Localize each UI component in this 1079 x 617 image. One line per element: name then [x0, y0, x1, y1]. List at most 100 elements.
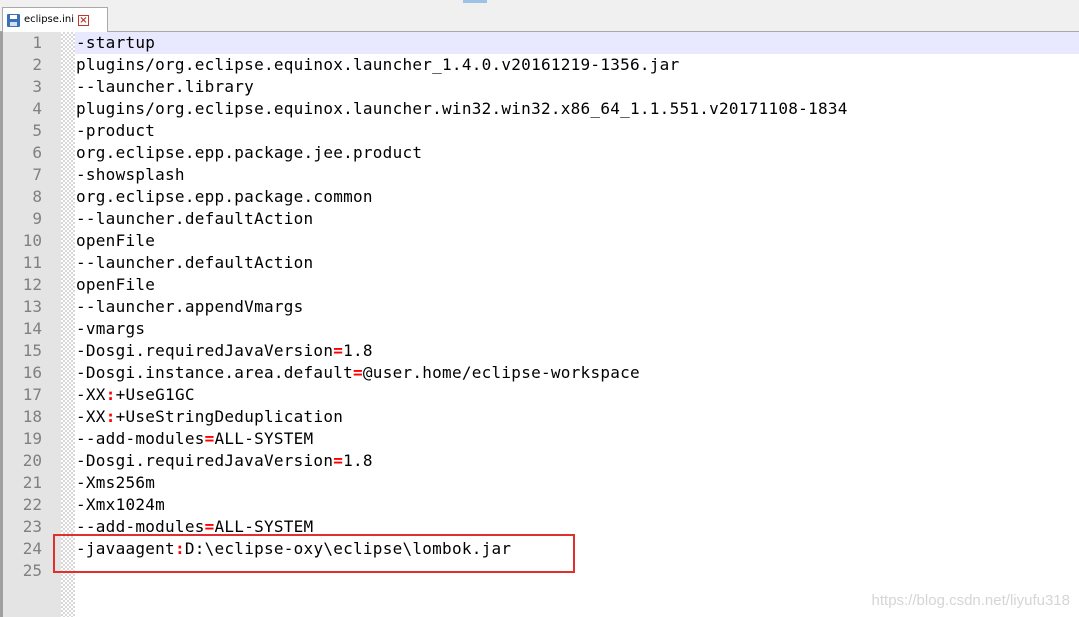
code-line[interactable]: --add-modules=ALL-SYSTEM 19 [0, 428, 1079, 450]
code-line[interactable]: openFile 10 [0, 230, 1079, 252]
code-line-area[interactable]: org.eclipse.epp.package.common [75, 186, 1079, 208]
code-line[interactable]: --launcher.library 3 [0, 76, 1079, 98]
code-text[interactable]: -product [76, 120, 155, 142]
code-text[interactable]: --add-modules=ALL-SYSTEM [76, 428, 313, 450]
line-number: 10 [22, 231, 42, 250]
code-line-area[interactable]: openFile [75, 274, 1079, 296]
code-text[interactable]: -XX:+UseG1GC [76, 384, 195, 406]
code-line-area[interactable]: -XX:+UseG1GC [75, 384, 1079, 406]
code-line-area[interactable]: --add-modules=ALL-SYSTEM [75, 428, 1079, 450]
code-line[interactable]: -showsplash 7 [0, 164, 1079, 186]
line-number: 25 [22, 561, 42, 580]
text-editor[interactable]: -startup 1 plugins/org.eclipse.equinox.lau… [0, 32, 1079, 617]
code-line-area[interactable]: -Dosgi.instance.area.default=@user.home/… [75, 362, 1079, 384]
code-text[interactable]: --launcher.library [76, 76, 254, 98]
code-line-area[interactable]: -vmargs [75, 318, 1079, 340]
code-text[interactable]: -Dosgi.instance.area.default=@user.home/… [76, 362, 640, 384]
code-line[interactable]: -XX:+UseStringDeduplication 18 [0, 406, 1079, 428]
line-number: 1 [32, 33, 42, 52]
code-line-area[interactable]: -showsplash [75, 164, 1079, 186]
code-line-area[interactable] [75, 560, 1079, 582]
line-number: 22 [22, 495, 42, 514]
code-text[interactable]: plugins/org.eclipse.equinox.launcher.win… [76, 98, 848, 120]
code-line[interactable]: -product 5 [0, 120, 1079, 142]
code-line-area[interactable]: --add-modules=ALL-SYSTEM [75, 516, 1079, 538]
code-text[interactable]: -startup [76, 32, 155, 54]
code-line-area[interactable]: -Xms256m [75, 472, 1079, 494]
operator-token: : [174, 539, 185, 558]
code-line[interactable]: plugins/org.eclipse.equinox.launcher_1.4… [0, 54, 1079, 76]
code-line-area[interactable]: plugins/org.eclipse.equinox.launcher.win… [75, 98, 1079, 120]
operator-token: = [204, 429, 215, 448]
code-text[interactable]: -vmargs [76, 318, 145, 340]
code-line-area[interactable]: -javaagent:D:\eclipse-oxy\eclipse\lombok… [75, 538, 1079, 560]
code-line[interactable]: -vmargs 14 [0, 318, 1079, 340]
code-text[interactable]: --launcher.defaultAction [76, 208, 313, 230]
line-number: 24 [22, 539, 42, 558]
code-text[interactable]: -javaagent:D:\eclipse-oxy\eclipse\lombok… [76, 538, 511, 560]
code-text[interactable]: --launcher.defaultAction [76, 252, 313, 274]
code-line[interactable]: --add-modules=ALL-SYSTEM 23 [0, 516, 1079, 538]
code-text[interactable]: -Xms256m [76, 472, 155, 494]
code-line[interactable]: -XX:+UseG1GC 17 [0, 384, 1079, 406]
code-line[interactable]: org.eclipse.epp.package.jee.product 6 [0, 142, 1079, 164]
code-text[interactable]: -Dosgi.requiredJavaVersion=1.8 [76, 450, 373, 472]
code-line[interactable]: -javaagent:D:\eclipse-oxy\eclipse\lombok… [0, 538, 1079, 560]
code-text[interactable]: --add-modules=ALL-SYSTEM [76, 516, 313, 538]
close-icon[interactable]: × [78, 14, 89, 26]
line-number: 12 [22, 275, 42, 294]
line-number: 15 [22, 341, 42, 360]
code-line-area[interactable]: openFile [75, 230, 1079, 252]
code-line[interactable]: --launcher.defaultAction 9 [0, 208, 1079, 230]
code-line-area[interactable]: --launcher.appendVmargs [75, 296, 1079, 318]
code-text[interactable]: --launcher.appendVmargs [76, 296, 304, 318]
line-number: 5 [32, 121, 42, 140]
code-text[interactable]: -XX:+UseStringDeduplication [76, 406, 343, 428]
code-line-area[interactable]: -product [75, 120, 1079, 142]
code-line-area[interactable]: -XX:+UseStringDeduplication [75, 406, 1079, 428]
code-text[interactable]: plugins/org.eclipse.equinox.launcher_1.4… [76, 54, 679, 76]
code-line[interactable]: -Dosgi.requiredJavaVersion=1.8 15 [0, 340, 1079, 362]
line-number: 14 [22, 319, 42, 338]
code-line-area[interactable]: --launcher.library [75, 76, 1079, 98]
operator-token: = [333, 341, 344, 360]
code-line[interactable]: -Xms256m 21 [0, 472, 1079, 494]
operator-token: = [204, 517, 215, 536]
code-line[interactable]: --launcher.defaultAction 11 [0, 252, 1079, 274]
code-line[interactable]: -Dosgi.requiredJavaVersion=1.8 20 [0, 450, 1079, 472]
code-line-area[interactable]: --launcher.defaultAction [75, 208, 1079, 230]
code-line-area[interactable]: -Xmx1024m [75, 494, 1079, 516]
code-line[interactable]: --launcher.appendVmargs 13 [0, 296, 1079, 318]
line-number: 21 [22, 473, 42, 492]
code-line[interactable]: plugins/org.eclipse.equinox.launcher.win… [0, 98, 1079, 120]
code-text[interactable]: org.eclipse.epp.package.common [76, 186, 373, 208]
line-number: 16 [22, 363, 42, 382]
code-line[interactable]: 25 [0, 560, 1079, 582]
code-line-area[interactable]: -Dosgi.requiredJavaVersion=1.8 [75, 340, 1079, 362]
code-text[interactable]: openFile [76, 230, 155, 252]
line-number: 9 [32, 209, 42, 228]
code-text[interactable]: -Dosgi.requiredJavaVersion=1.8 [76, 340, 373, 362]
code-lines[interactable]: -startup 1 plugins/org.eclipse.equinox.lau… [0, 32, 1079, 582]
code-text[interactable]: -Xmx1024m [76, 494, 165, 516]
line-number: 23 [22, 517, 42, 536]
toolbar-edge-marker [463, 0, 487, 3]
code-text[interactable]: openFile [76, 274, 155, 296]
code-line-area[interactable]: plugins/org.eclipse.equinox.launcher_1.4… [75, 54, 1079, 76]
operator-token: : [105, 407, 116, 426]
code-text[interactable]: -showsplash [76, 164, 185, 186]
code-line-area[interactable]: -Dosgi.requiredJavaVersion=1.8 [75, 450, 1079, 472]
tab-eclipse-ini[interactable]: eclipse.ini × [2, 7, 108, 32]
code-line[interactable]: openFile 12 [0, 274, 1079, 296]
code-line-area[interactable]: -startup [75, 32, 1079, 54]
code-line-area[interactable]: org.eclipse.epp.package.jee.product [75, 142, 1079, 164]
code-line-area[interactable]: --launcher.defaultAction [75, 252, 1079, 274]
watermark: https://blog.csdn.net/liyufu318 [871, 592, 1070, 609]
code-line[interactable]: -Xmx1024m 22 [0, 494, 1079, 516]
line-number: 6 [32, 143, 42, 162]
code-line[interactable]: -startup 1 [0, 32, 1079, 54]
code-line[interactable]: -Dosgi.instance.area.default=@user.home/… [0, 362, 1079, 384]
code-text[interactable]: org.eclipse.epp.package.jee.product [76, 142, 422, 164]
operator-token: : [105, 385, 116, 404]
code-line[interactable]: org.eclipse.epp.package.common 8 [0, 186, 1079, 208]
